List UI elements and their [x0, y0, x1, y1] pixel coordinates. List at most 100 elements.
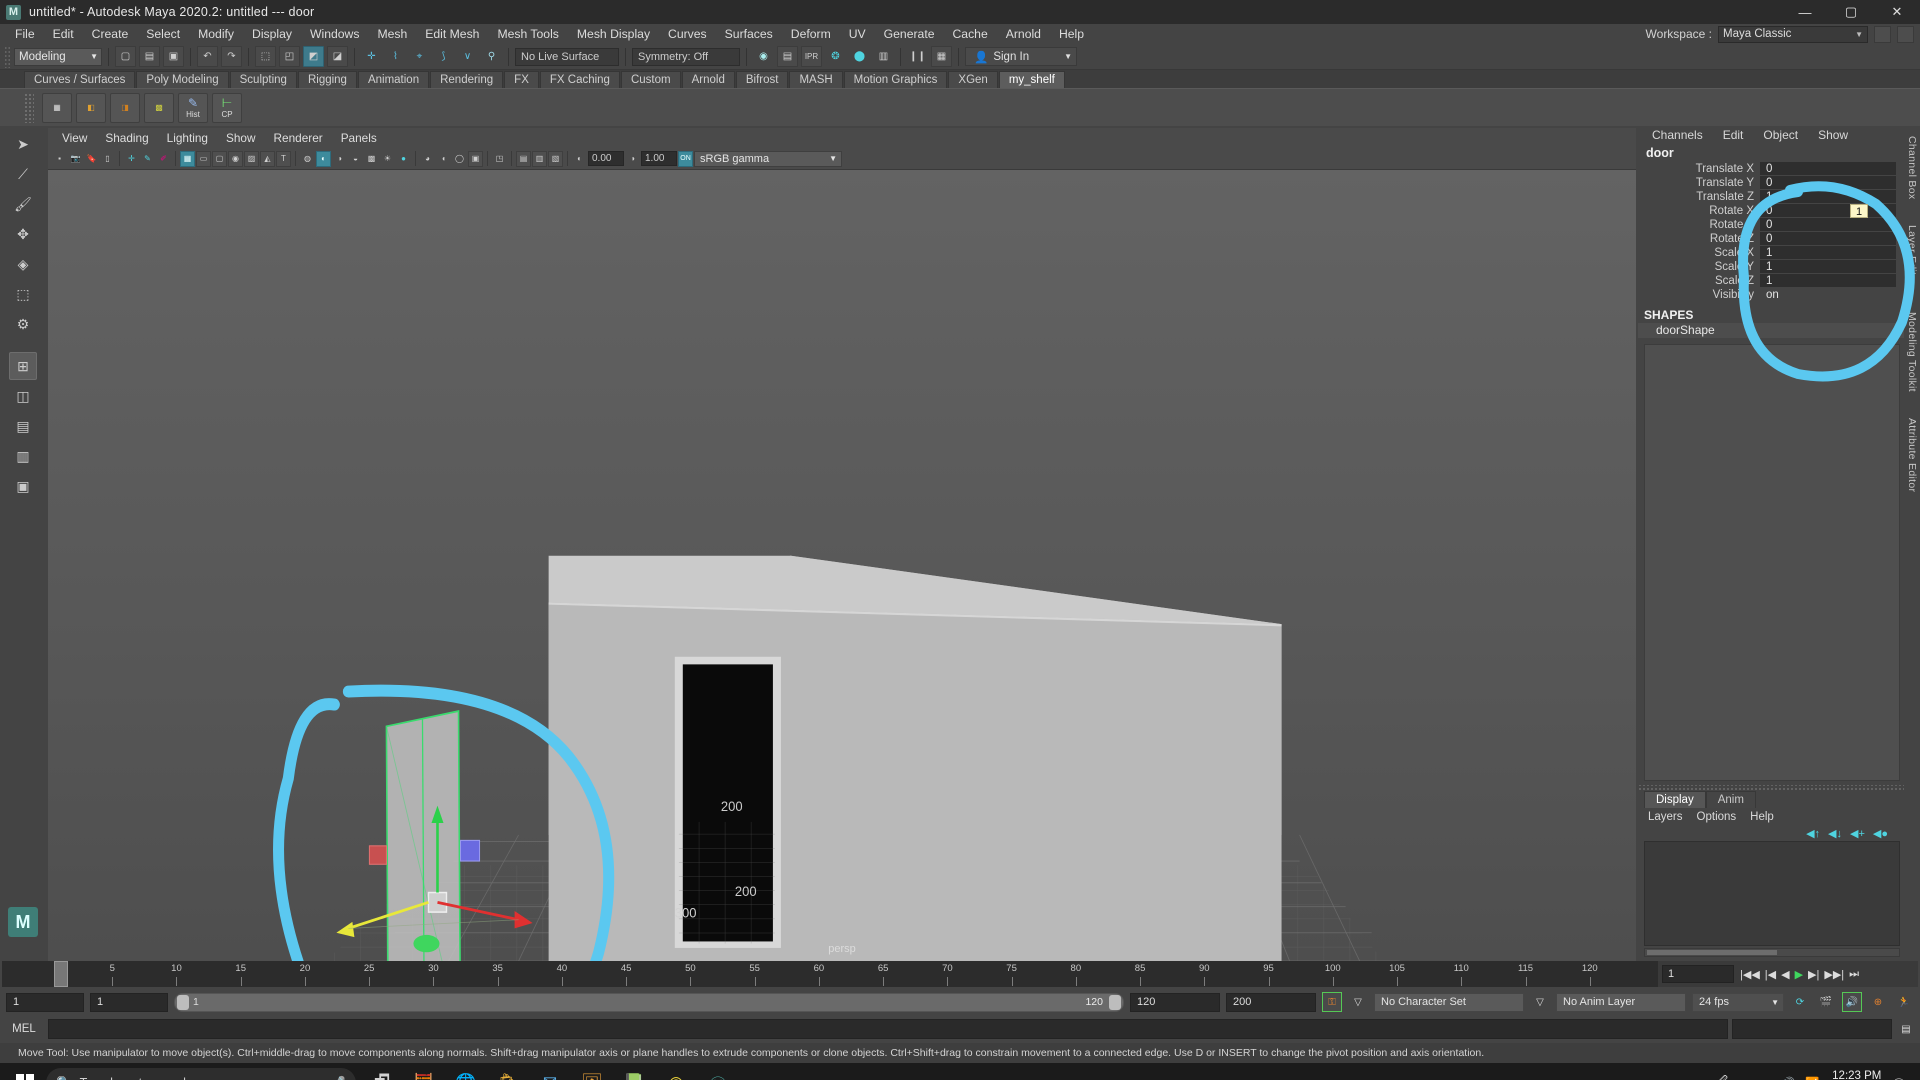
- shelf-tab-arnold[interactable]: Arnold: [681, 71, 735, 88]
- channel-value[interactable]: 1: [1760, 246, 1896, 259]
- new-scene-button[interactable]: ▢: [115, 46, 136, 67]
- scroll-thumb[interactable]: [1647, 950, 1777, 955]
- mel-input-field[interactable]: [48, 1019, 1728, 1039]
- shadows-icon[interactable]: ●: [396, 151, 411, 167]
- shelf-tab-bifrost[interactable]: Bifrost: [735, 71, 789, 88]
- image-plane-icon[interactable]: ▯: [100, 151, 115, 167]
- shelf-tab-my-shelf[interactable]: my_shelf: [998, 71, 1065, 88]
- play-backwards-icon[interactable]: ◀: [1781, 968, 1789, 981]
- layer-menu-options[interactable]: Options: [1697, 811, 1737, 823]
- channel-value[interactable]: 1: [1760, 190, 1896, 203]
- menu-edit-mesh[interactable]: Edit Mesh: [416, 24, 488, 44]
- pen-icon[interactable]: 🖉: [1716, 1074, 1728, 1080]
- range-start-handle[interactable]: [177, 994, 189, 1010]
- select-by-component-button[interactable]: ◩: [303, 46, 324, 67]
- render-settings-button[interactable]: ❂: [825, 46, 846, 67]
- step-back-icon[interactable]: |◀: [1765, 968, 1776, 981]
- menu-select[interactable]: Select: [137, 24, 189, 44]
- step-forward-icon[interactable]: ▶|: [1808, 968, 1819, 981]
- shelf-tab-fx[interactable]: FX: [504, 71, 539, 88]
- snap-projected-button[interactable]: ⟆: [433, 46, 454, 67]
- cp-shelf-button[interactable]: ⊢ CP: [212, 92, 242, 123]
- grid-shelf-button[interactable]: ▦: [42, 92, 72, 123]
- anim-end-field[interactable]: 200: [1226, 992, 1316, 1012]
- color-management-toggle-icon[interactable]: ON: [678, 150, 693, 167]
- menu-curves[interactable]: Curves: [659, 24, 716, 44]
- anim-layer-select[interactable]: No Anim Layer: [1556, 992, 1686, 1012]
- layout-four-view-icon[interactable]: ⊞: [9, 352, 37, 380]
- anim-start-field[interactable]: 1: [6, 992, 84, 1012]
- layer-menu-layers[interactable]: Layers: [1648, 811, 1683, 823]
- use-default-material-icon[interactable]: ◒: [348, 151, 363, 167]
- poly2-shelf-button[interactable]: ◨: [110, 92, 140, 123]
- menu-mesh[interactable]: Mesh: [368, 24, 416, 44]
- menu-mesh-display[interactable]: Mesh Display: [568, 24, 659, 44]
- menu-surfaces[interactable]: Surfaces: [716, 24, 782, 44]
- snap-grid-button[interactable]: ✛: [361, 46, 382, 67]
- channel-value[interactable]: 0: [1760, 218, 1896, 231]
- time-slider[interactable]: 5 10 15 20 25 30 35 40 45 50 55 60 65 70 75 80 85 90 95 100…: [2, 961, 1918, 987]
- select-mask-button[interactable]: ◪: [327, 46, 348, 67]
- chevron-up-icon[interactable]: ︿: [1738, 1075, 1750, 1080]
- shelf-tab-mash[interactable]: MASH: [789, 71, 843, 88]
- menu-generate[interactable]: Generate: [875, 24, 944, 44]
- layer-tab-anim[interactable]: Anim: [1705, 791, 1756, 808]
- select-camera-icon[interactable]: ▪: [52, 151, 67, 167]
- shelf-tab-custom[interactable]: Custom: [620, 71, 681, 88]
- menu-mesh-tools[interactable]: Mesh Tools: [488, 24, 567, 44]
- select-by-object-button[interactable]: ◰: [279, 46, 300, 67]
- panel-zoom-icon[interactable]: ▤: [516, 150, 531, 167]
- side-tab-modeling-toolkit[interactable]: Modeling Toolkit: [1906, 312, 1918, 392]
- viewport-3d[interactable]: 200 200 300 persp: [48, 170, 1636, 961]
- viewport-menu-renderer[interactable]: Renderer: [266, 128, 331, 148]
- workspace-select[interactable]: Maya Classic ▼: [1718, 25, 1868, 43]
- hypershade-button[interactable]: ⬤: [849, 46, 870, 67]
- motion-blur-icon[interactable]: ◖: [436, 151, 451, 167]
- anti-alias-icon[interactable]: ◯: [452, 151, 467, 167]
- channel-row[interactable]: Translate Z 1: [1638, 190, 1904, 203]
- menu-uv[interactable]: UV: [840, 24, 875, 44]
- channel-row[interactable]: Scale Z 1: [1638, 274, 1904, 287]
- layer-move-up-icon[interactable]: ◀↑: [1806, 827, 1820, 840]
- channel-box-menu-object[interactable]: Object: [1753, 126, 1808, 144]
- shape-name-row[interactable]: doorShape: [1638, 323, 1904, 338]
- channel-value[interactable]: 1: [1760, 260, 1896, 273]
- ssao-icon[interactable]: ◕: [420, 151, 435, 167]
- paint-select-tool-icon[interactable]: 🖌: [9, 190, 37, 218]
- resolution-gate-icon[interactable]: ▢: [212, 150, 227, 167]
- layer-add-icon[interactable]: ◀+: [1850, 827, 1865, 840]
- light-shelf-button[interactable]: ▩: [144, 92, 174, 123]
- undo-button[interactable]: ↶: [197, 46, 218, 67]
- wireframe-shading-icon[interactable]: ◍: [300, 151, 315, 167]
- panel-split-icon[interactable]: ▥: [532, 150, 547, 167]
- layer-tab-display[interactable]: Display: [1644, 791, 1706, 808]
- store-icon[interactable]: 🛍: [488, 1064, 528, 1080]
- gate-mask-icon[interactable]: ◉: [228, 150, 243, 167]
- save-scene-button[interactable]: ▣: [163, 46, 184, 67]
- shade-wireframe-icon[interactable]: ◑: [332, 151, 347, 167]
- shelf-tab-poly-modeling[interactable]: Poly Modeling: [136, 71, 229, 88]
- two-dimensional-pan-icon[interactable]: ✛: [124, 151, 139, 167]
- chrome-icon[interactable]: ◉: [656, 1064, 696, 1080]
- panel-snapshot-icon[interactable]: ▧: [548, 150, 563, 167]
- layer-move-down-icon[interactable]: ◀↓: [1828, 827, 1842, 840]
- channel-row[interactable]: Scale X 1: [1638, 246, 1904, 259]
- film-gate-icon[interactable]: ▭: [196, 150, 211, 167]
- viewport-menu-shading[interactable]: Shading: [97, 128, 156, 148]
- layer-menu-help[interactable]: Help: [1750, 811, 1774, 823]
- poly-shelf-button[interactable]: ◧: [76, 92, 106, 123]
- channel-row[interactable]: Visibility on: [1638, 288, 1904, 301]
- fps-select[interactable]: 24 fps ▼: [1692, 992, 1784, 1012]
- bookmark-icon[interactable]: 🔖: [84, 151, 99, 167]
- playblast-button[interactable]: 🎬: [1816, 992, 1836, 1012]
- shelf-tab-curves-surfaces[interactable]: Curves / Surfaces: [24, 71, 136, 88]
- calculator-icon[interactable]: 🧮: [404, 1064, 444, 1080]
- last-tool-icon[interactable]: ⚙: [9, 310, 37, 338]
- snap-point-button[interactable]: ⌖: [409, 46, 430, 67]
- symmetry-field[interactable]: Symmetry: Off: [632, 47, 740, 66]
- channel-value[interactable]: on: [1760, 288, 1896, 301]
- layout-single-icon[interactable]: ▣: [9, 472, 37, 500]
- ipr-render-button[interactable]: ▤: [777, 46, 798, 67]
- menu-file[interactable]: File: [6, 24, 44, 44]
- texture-icon[interactable]: ▩: [364, 151, 379, 167]
